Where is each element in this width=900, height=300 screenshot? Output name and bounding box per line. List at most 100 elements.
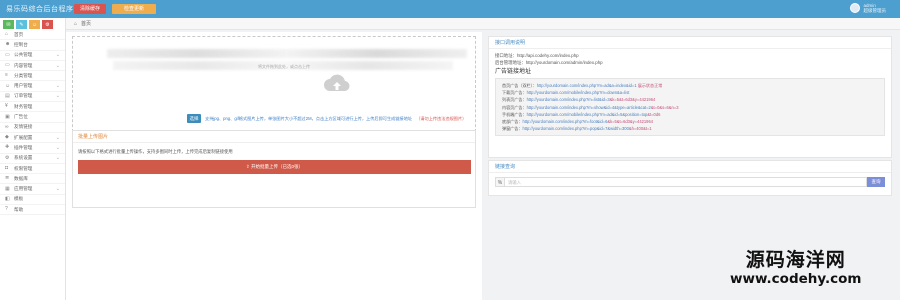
chevron-down-icon[interactable]: ⌄	[56, 155, 60, 161]
sidebar-item[interactable]: ⚙ 系统设置 ⌄	[0, 154, 65, 164]
sidebar-item[interactable]: ☺ 用户管理 ⌄	[0, 81, 65, 92]
ad-link-tag: &h=400&t=1	[628, 126, 652, 132]
api-info-card: 接口调用说明 接口地址：http://api.codehy.com/index.…	[488, 36, 892, 158]
ad-link-row: 首页广告（双栏）：http://yourdomain.com/index.php…	[502, 82, 878, 89]
sidebar-item[interactable]: ≣ 数据库	[0, 174, 65, 185]
batch-upload-box: 批量上传图片 请按照以下格式进行批量上传操作，支持多图同时上传，上传完成后复制链…	[72, 130, 476, 208]
ad-link-tag: &t=0d6	[647, 111, 661, 117]
ad-link-tag: &t=0&s=6&n=3	[650, 104, 679, 110]
file-icon: ▤	[5, 92, 10, 99]
help-icon: ?	[5, 206, 8, 213]
sidebar-item-label: 帮助	[14, 206, 24, 212]
search-card: 链接查询 % 请输入 查询	[488, 160, 892, 196]
api-url-line: 接口地址：http://api.codehy.com/index.php	[495, 53, 579, 58]
monitor-icon: ▭	[5, 51, 10, 58]
sidebar-item[interactable]: ▤ 订单管理 ⌄	[0, 92, 65, 103]
ad-link-url[interactable]: http://yourdomain.com/index.php?m=list&i…	[527, 97, 610, 102]
choose-file-button[interactable]: 选择	[187, 114, 201, 123]
sidebar-item-label: 公共管理	[14, 52, 33, 58]
tag-icon: ◆	[5, 134, 9, 141]
sidebar-item-label: 分类管理	[14, 72, 33, 78]
ad-link-url[interactable]: http://yourdomain.com/mobile/index.php?m…	[527, 90, 630, 95]
chevron-down-icon[interactable]: ⌄	[56, 93, 60, 99]
search-button[interactable]: 查询	[867, 177, 885, 187]
sidebar-item[interactable]: ? 帮助	[0, 205, 65, 216]
settings-icon[interactable]: ⚙	[42, 20, 53, 29]
search-card-title: 链接查询	[489, 161, 891, 173]
check-update-button[interactable]: 检查更新	[112, 4, 156, 14]
upload-panel: 将文件拖到此处，或点击上传 选择 支持jpg、png、gif格式图片上传，单张图…	[66, 32, 482, 300]
sidebar-item-label: 数据库	[14, 175, 28, 181]
sidebar-menu: ⌂ 首页 ☻ 控制台 ▭ 公共管理 ⌄ ▭ 内容管理 ⌄ ≡ 分类管理 ☺ 用户管理 ⌄ ▤ 订单管理 ⌄ ¥ 财务管…	[0, 30, 65, 216]
mail-icon[interactable]: ✉	[3, 20, 14, 29]
chevron-down-icon[interactable]: ⌄	[56, 52, 60, 58]
sidebar-item[interactable]: ✚ 插件管理 ⌄	[0, 143, 65, 154]
sidebar-item-label: 系统设置	[14, 155, 33, 161]
sidebar-item[interactable]: ◘ 权限管理	[0, 164, 65, 175]
ad-link-label: 弹窗广告：	[502, 126, 523, 132]
ad-link-url[interactable]: http://yourdomain.com/index.php?m=foot&i…	[522, 119, 607, 124]
user-menu[interactable]: admin 超级管理员	[849, 3, 887, 13]
breadcrumb-current[interactable]: 首页	[81, 20, 91, 27]
home-icon[interactable]: ⌂	[74, 21, 77, 27]
user-role: 超级管理员	[863, 8, 887, 13]
sidebar-item[interactable]: ≡ 分类管理	[0, 71, 65, 82]
edit-icon[interactable]: ✎	[16, 20, 27, 29]
avatar[interactable]	[849, 3, 860, 13]
database-icon: ≣	[5, 175, 10, 182]
top-bar: 易乐码综合后台程序 清除缓存 检查更新 admin 超级管理员	[0, 0, 900, 18]
ad-link-row: 手机端广告：http://yourdomain.com/mobile/index…	[502, 111, 878, 118]
upload-dropzone[interactable]: 将文件拖到此处，或点击上传 选择 支持jpg、png、gif格式图片上传，单张图…	[72, 36, 476, 132]
sidebar-item[interactable]: ∞ 友情链接	[0, 123, 65, 133]
sidebar-item[interactable]: ▣ 广告位	[0, 112, 65, 123]
puzzle-icon: ✚	[5, 144, 10, 151]
sidebar-item[interactable]: ▭ 内容管理 ⌄	[0, 61, 65, 72]
search-input[interactable]: 请输入	[505, 177, 867, 187]
sidebar-item[interactable]: ▦ 应用管理 ⌄	[0, 184, 65, 195]
sidebar-item[interactable]: ¥ 财务管理	[0, 102, 65, 113]
ad-link-label: 列表页广告：	[502, 97, 527, 103]
ad-links-box: 首页广告（双栏）：http://yourdomain.com/index.php…	[495, 78, 885, 137]
watermark-title: 源码海洋网	[745, 249, 846, 271]
batch-title: 批量上传图片	[73, 131, 475, 143]
ad-link-label: 手机端广告：	[502, 111, 527, 117]
sidebar-item-label: 友情链接	[14, 124, 33, 130]
user-icon[interactable]: ☺	[29, 20, 40, 29]
sidebar-item-label: 控制台	[14, 41, 28, 47]
chevron-down-icon[interactable]: ⌄	[56, 63, 60, 69]
sidebar-item[interactable]: ◆ 扩展配置 ⌄	[0, 133, 65, 144]
upload-note: 支持jpg、png、gif格式图片上传，单张图片大小不超过2M，点击上方区域可进…	[205, 115, 413, 121]
sidebar-item-label: 用户管理	[14, 83, 33, 89]
sidebar-item[interactable]: ⌂ 首页	[0, 30, 65, 41]
chevron-down-icon[interactable]: ⌄	[56, 186, 60, 192]
sidebar-item-label: 财务管理	[14, 103, 33, 109]
sidebar-item-label: 权限管理	[14, 165, 33, 171]
watermark: 源码海洋网 www.codehy.com	[730, 245, 861, 287]
link-icon: ∞	[5, 123, 9, 130]
template-icon: ◧	[5, 195, 10, 202]
sidebar-item[interactable]: ◧ 模板	[0, 195, 65, 206]
home-icon: ⌂	[5, 31, 9, 38]
batch-upload-button[interactable]: ⇪ 开始批量上传（已选0张）	[78, 160, 471, 174]
chevron-down-icon[interactable]: ⌄	[56, 145, 60, 151]
ad-link-url[interactable]: http://yourdomain.com/index.php?m=show&i…	[527, 105, 651, 110]
image-icon: ▣	[5, 113, 10, 120]
sidebar-item[interactable]: ☻ 控制台	[0, 40, 65, 51]
ad-link-url[interactable]: http://yourdomain.com/mobile/index.php?m…	[527, 112, 648, 117]
breadcrumb: ⌂ 首页	[66, 18, 900, 30]
batch-upload-label: 开始批量上传（已选0张）	[251, 164, 304, 169]
ad-link-url[interactable]: http://yourdomain.com/index.php?m=ad&a=i…	[537, 83, 637, 88]
desktop-icon: ▭	[5, 62, 10, 69]
clear-cache-button[interactable]: 清除缓存	[74, 4, 106, 14]
sidebar: ✉ ✎ ☺ ⚙ ⌂ 首页 ☻ 控制台 ▭ 公共管理 ⌄ ▭ 内容管理 ⌄ ≡ 分类管理 ☺ 用户管理 ⌄ ▤ 订…	[0, 18, 66, 300]
list-icon: ≡	[5, 72, 8, 79]
app-brand[interactable]: 易乐码综合后台程序	[6, 4, 74, 14]
ad-link-label: 下载页广告：	[502, 90, 527, 96]
sidebar-item-label: 插件管理	[14, 144, 33, 150]
ad-link-url[interactable]: http://yourdomain.com/index.php?m=pop&id…	[522, 126, 628, 131]
sidebar-item[interactable]: ▭ 公共管理 ⌄	[0, 51, 65, 61]
ad-link-row: 下载页广告：http://yourdomain.com/mobile/index…	[502, 89, 878, 96]
chevron-down-icon[interactable]: ⌄	[56, 83, 60, 89]
admin-url-line: 后台管理地址：http://yourdomain.com/admin/index…	[495, 60, 603, 65]
chevron-down-icon[interactable]: ⌄	[56, 135, 60, 141]
